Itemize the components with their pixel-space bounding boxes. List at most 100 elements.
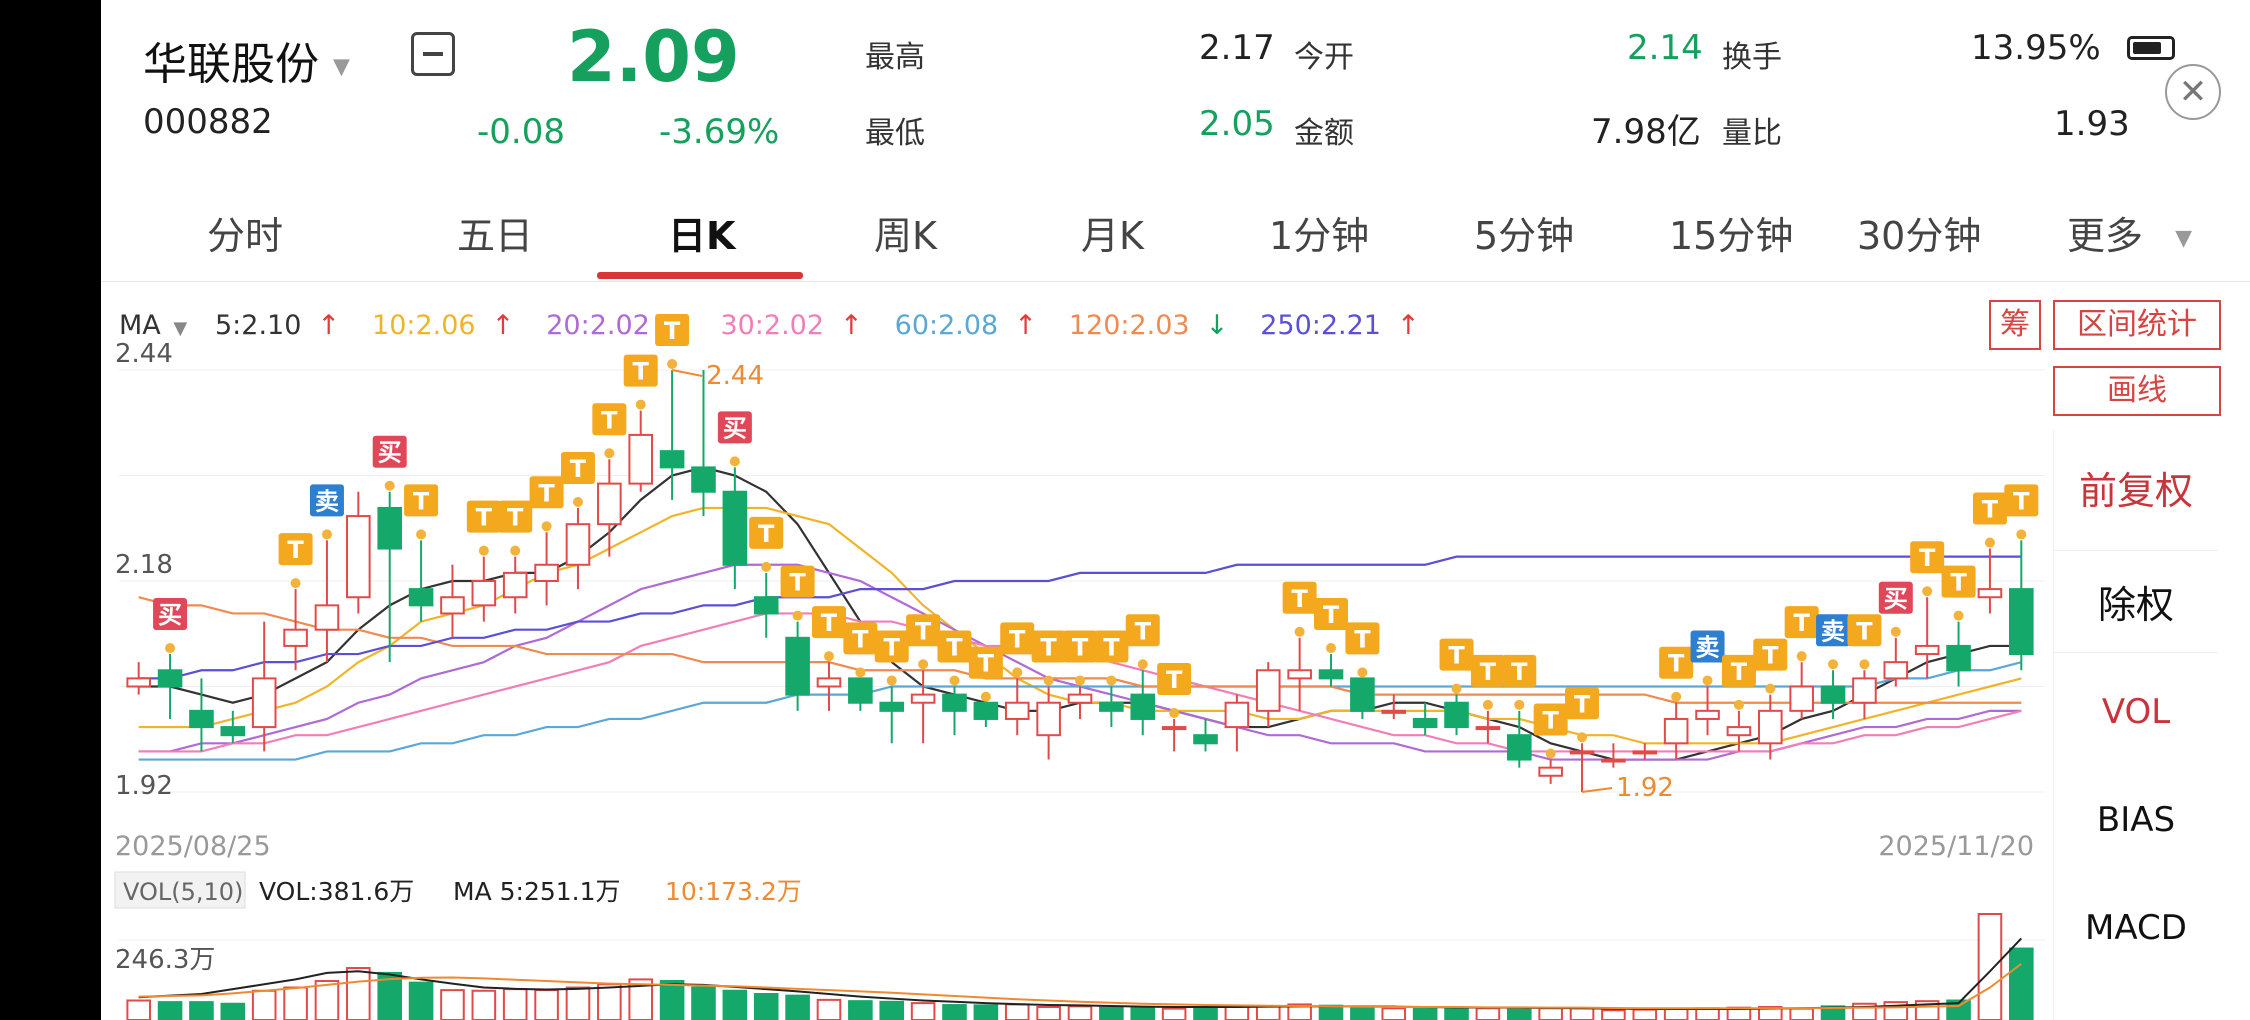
candle-body (1350, 677, 1375, 712)
t-marker: T (1502, 654, 1537, 710)
active-tab-indicator (597, 272, 803, 279)
volume-bar (1977, 913, 2003, 1020)
stat-label-volume-ratio: 量比 (1722, 116, 1782, 151)
marker-dot (949, 675, 960, 686)
candle-body (1381, 709, 1407, 714)
marker-dot (321, 529, 332, 540)
close-icon: ✕ (2178, 72, 2208, 112)
marker-dot (416, 529, 427, 540)
marker-dot (1796, 651, 1807, 662)
buy-marker: 买 (153, 598, 188, 654)
volume-bar (440, 989, 465, 1020)
collapse-button[interactable] (411, 32, 455, 76)
range-stats-button[interactable]: 区间统计 (2053, 300, 2221, 350)
marker-dot (1012, 667, 1023, 678)
marker-label: T (1574, 690, 1591, 718)
t-marker: T (1533, 703, 1568, 759)
marker-dot (1577, 732, 1588, 743)
candle-body (2009, 588, 2034, 656)
t-marker: T (749, 516, 784, 572)
marker-label: T (1731, 658, 1748, 686)
candle-body (1004, 701, 1030, 720)
buy-marker: 买 (717, 411, 752, 467)
ex-rights-option[interactable]: 除权 (2054, 574, 2218, 629)
tab-monthly-k[interactable]: 月K (1081, 205, 1144, 260)
marker-dot (980, 691, 991, 702)
candle-body (1695, 709, 1720, 720)
draw-line-button[interactable]: 画线 (2053, 366, 2221, 416)
volume-bar (1695, 1007, 1720, 1020)
t-marker: T (1721, 654, 1756, 710)
marker-label: 买 (158, 601, 182, 629)
stock-detail-screen: 华联股份 ▼ 000882 2.09 -0.08 -3.69% 最高 2.17 … (101, 0, 2250, 1020)
volume-bar (2009, 947, 2034, 1020)
volume-bar (1381, 1007, 1407, 1020)
volume-bar (659, 980, 685, 1020)
marker-dot (510, 545, 521, 556)
t-marker: T (1094, 630, 1129, 686)
t-marker: T (1345, 622, 1380, 678)
marker-dot (541, 521, 552, 532)
vol-axis-label: 246.3万 (115, 945, 215, 975)
volume-bar (691, 986, 716, 1020)
marker-label: T (1762, 642, 1779, 670)
t-marker: T (811, 606, 846, 662)
minus-icon (423, 52, 443, 56)
tab-daily-k[interactable]: 日K (668, 205, 735, 260)
t-marker: T (937, 630, 972, 686)
volume-bar (126, 999, 151, 1020)
tab-30min[interactable]: 30分钟 (1857, 205, 1981, 260)
candle-body (1067, 693, 1093, 704)
low-price-label: 1.92 (1616, 773, 1674, 803)
side-divider (2054, 550, 2218, 551)
candle-body (283, 628, 308, 647)
marker-label: T (1950, 569, 1967, 597)
indicator-vol[interactable]: VOL (2054, 692, 2218, 732)
close-button[interactable]: ✕ (2165, 64, 2221, 120)
stock-name-selector[interactable]: 华联股份 ▼ (143, 28, 350, 92)
candle-body (1224, 701, 1250, 729)
volume-bar (157, 1001, 183, 1020)
stat-value-high: 2.17 (1199, 28, 1275, 68)
adjust-forward-option[interactable]: 前复权 (2054, 460, 2218, 515)
marker-dot (729, 456, 740, 467)
t-marker: T (529, 476, 564, 532)
stat-label-open: 今开 (1294, 40, 1354, 75)
marker-label: T (1040, 634, 1057, 662)
marker-dot (918, 659, 929, 670)
marker-dot (478, 545, 489, 556)
candle-body (1663, 717, 1689, 745)
kline-chart[interactable]: 2.442.181.92买T卖买TT TTTTTT买TTTT TTTTT T T TTTT… (101, 280, 2045, 1020)
range-stats-label: 区间统计 (2077, 307, 2197, 342)
tab-time-share[interactable]: 分时 (207, 205, 283, 260)
stock-name: 华联股份 (143, 39, 319, 90)
tab-15min[interactable]: 15分钟 (1669, 205, 1793, 260)
candle-body (597, 482, 622, 526)
tab-five-day[interactable]: 五日 (457, 205, 533, 260)
marker-dot (855, 667, 866, 678)
vol-value: MA 5:251.1万 (453, 877, 621, 906)
volume-bar (251, 989, 277, 1020)
tab-weekly-k[interactable]: 周K (874, 205, 937, 260)
marker-label: T (664, 317, 681, 345)
tab-more[interactable]: 更多 ▼ (2067, 205, 2192, 260)
t-marker: T (278, 533, 313, 589)
candle-body (1506, 734, 1532, 761)
marker-dot (667, 359, 678, 369)
x-axis-end-date: 2025/11/20 (1878, 831, 2034, 862)
candle-body (251, 677, 277, 729)
candle-body (220, 726, 246, 737)
indicator-macd[interactable]: MACD (2054, 908, 2218, 948)
indicator-bias[interactable]: BIAS (2054, 800, 2218, 840)
stat-label-amount: 金额 (1294, 116, 1354, 151)
stat-value-amount: 7.98亿 (1591, 112, 1701, 152)
chip-distribution-button[interactable]: 筹 (1989, 300, 2041, 350)
tab-1min[interactable]: 1分钟 (1269, 205, 1369, 260)
volume-bar (1255, 1005, 1281, 1020)
marker-label: T (1668, 650, 1685, 678)
candle-body (1946, 644, 1971, 672)
marker-label: T (1354, 625, 1371, 653)
volume-bar (973, 1004, 999, 1020)
t-marker: T (1125, 614, 1160, 670)
tab-5min[interactable]: 5分钟 (1474, 205, 1574, 260)
